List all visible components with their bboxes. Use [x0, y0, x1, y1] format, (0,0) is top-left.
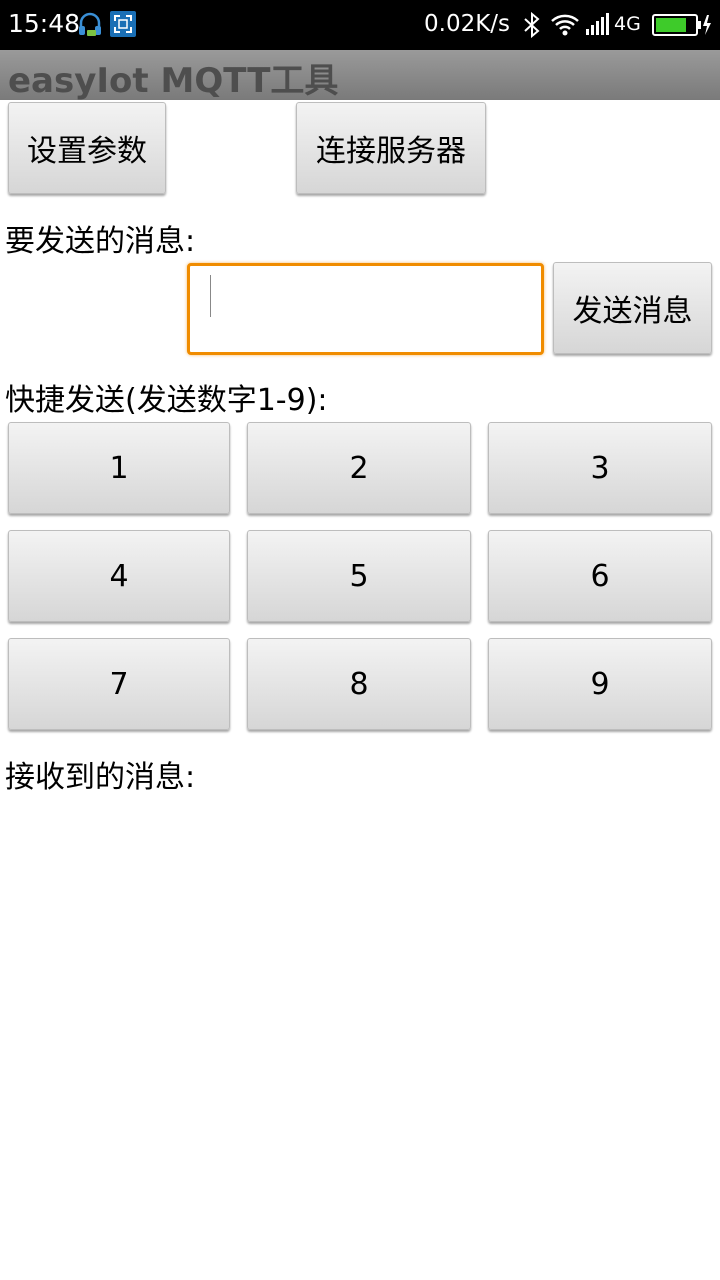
quick-send-button-6[interactable]: 6: [488, 530, 712, 622]
received-message-label: 接收到的消息:: [5, 760, 196, 795]
screenshot-icon: [110, 11, 136, 37]
quick-send-button-2[interactable]: 2: [247, 422, 471, 514]
status-time: 15:48: [8, 9, 81, 38]
network-speed: 0.02K/s: [424, 11, 511, 37]
quick-send-button-8[interactable]: 8: [247, 638, 471, 730]
app-title: easyIot MQTT工具: [8, 61, 339, 101]
quick-send-label: 快捷发送(发送数字1-9):: [5, 383, 328, 418]
connect-server-button[interactable]: 连接服务器: [296, 102, 486, 194]
quick-send-button-7[interactable]: 7: [8, 638, 230, 730]
send-message-label: 要发送的消息:: [5, 224, 196, 259]
battery-icon: [652, 13, 712, 37]
headset-icon: [78, 11, 102, 39]
quick-send-button-1[interactable]: 1: [8, 422, 230, 514]
quick-send-button-4[interactable]: 4: [8, 530, 230, 622]
quick-send-button-3[interactable]: 3: [488, 422, 712, 514]
wifi-icon: [551, 13, 579, 37]
send-message-button[interactable]: 发送消息: [553, 262, 712, 354]
quick-send-button-9[interactable]: 9: [488, 638, 712, 730]
text-cursor: [210, 275, 211, 317]
status-bar: 15:48 0.02K/s 4G: [0, 0, 720, 50]
signal-icon: [585, 13, 611, 35]
message-input[interactable]: [187, 263, 544, 355]
app-title-bar: easyIot MQTT工具: [0, 50, 720, 101]
settings-button[interactable]: 设置参数: [8, 102, 166, 194]
quick-send-button-5[interactable]: 5: [247, 530, 471, 622]
received-messages-area: [0, 800, 720, 1280]
network-type: 4G: [614, 13, 641, 35]
bluetooth-icon: [522, 11, 542, 39]
